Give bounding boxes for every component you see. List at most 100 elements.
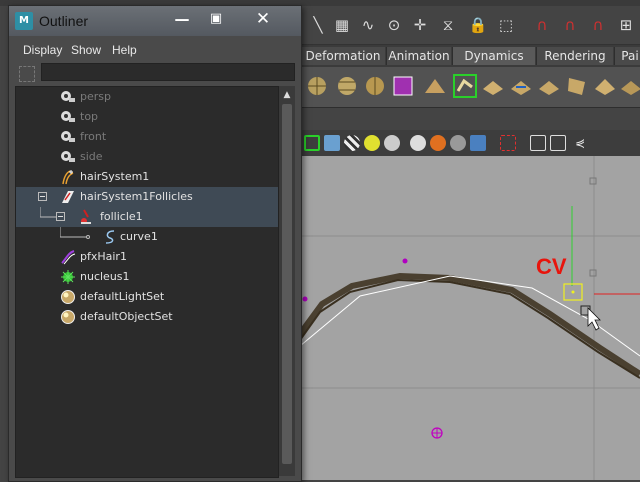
panel-menu-strip xyxy=(300,108,640,130)
rigid-body-icon[interactable] xyxy=(390,73,416,99)
panel-toolbar: ⋞ xyxy=(300,130,640,157)
line-tool-icon[interactable]: ╲ xyxy=(308,15,328,35)
frame-selected-icon[interactable] xyxy=(550,135,566,151)
share-icon[interactable]: ⋞ xyxy=(572,135,588,151)
collapse-toggle[interactable] xyxy=(56,212,65,221)
list-item[interactable]: defaultLightSet xyxy=(16,287,278,307)
wireframe-cube-icon[interactable] xyxy=(324,135,340,151)
history-icon[interactable]: ⊞ xyxy=(616,15,636,35)
shadows-icon[interactable] xyxy=(384,135,400,151)
list-item-label: defaultLightSet xyxy=(80,290,165,303)
hair-start-icon[interactable] xyxy=(536,73,562,99)
camera-icon xyxy=(61,111,75,122)
shelf-tab-paint[interactable]: Pai xyxy=(614,47,640,65)
camera-icon xyxy=(61,91,75,102)
list-item[interactable]: front xyxy=(16,127,278,147)
textured-icon[interactable] xyxy=(344,135,360,151)
hair-create-icon[interactable] xyxy=(452,73,478,99)
magnet-icon[interactable]: ∩ xyxy=(532,15,552,35)
cv-annotation-label: CV xyxy=(536,254,567,279)
snap-view-icon[interactable]: ✛ xyxy=(410,15,430,35)
shelf-tab-rendering[interactable]: Rendering xyxy=(536,47,613,65)
emitter-icon[interactable] xyxy=(334,73,360,99)
list-item[interactable]: top xyxy=(16,107,278,127)
fluid-icon[interactable] xyxy=(618,73,640,99)
select-tool-icon[interactable]: ⬚ xyxy=(496,15,516,35)
lock-icon[interactable]: 🔒 xyxy=(468,15,488,35)
maya-app-icon: M xyxy=(15,12,33,30)
list-item[interactable]: side xyxy=(16,147,278,167)
outliner-window: M Outliner — ▣ ✕ Display Show Help persp… xyxy=(8,5,302,482)
minimize-button[interactable]: — xyxy=(171,10,193,28)
scroll-thumb[interactable] xyxy=(282,104,292,464)
list-item[interactable]: curve1 xyxy=(16,227,278,247)
hair-curve-icon[interactable] xyxy=(508,73,534,99)
shelf-icon-row xyxy=(300,67,640,108)
snap-point-icon[interactable]: ⊙ xyxy=(384,15,404,35)
shelf-tab-animation[interactable]: Animation xyxy=(386,47,451,65)
list-item[interactable]: follicle1 xyxy=(16,207,278,227)
set-icon xyxy=(61,290,75,304)
list-item-label: follicle1 xyxy=(100,210,143,223)
xray-icon[interactable] xyxy=(430,135,446,151)
menu-help[interactable]: Help xyxy=(112,43,137,57)
pfx-hair-icon xyxy=(61,250,76,265)
list-item-label: curve1 xyxy=(120,230,158,243)
soft-body-icon[interactable] xyxy=(422,73,448,99)
list-item[interactable]: hairSystem1Follicles xyxy=(16,187,278,207)
frame-all-icon[interactable] xyxy=(530,135,546,151)
xray-joints-icon[interactable] xyxy=(450,135,466,151)
filter-input[interactable] xyxy=(41,63,295,81)
outliner-tree: persp top front side hairSystem1 hairSys… xyxy=(15,86,279,478)
lights-icon[interactable] xyxy=(364,135,380,151)
camera-icon xyxy=(61,151,75,162)
hud-icon[interactable] xyxy=(470,135,486,151)
outliner-titlebar[interactable]: M Outliner — ▣ ✕ xyxy=(9,6,301,36)
shelf-tab-bar: Deformation Animation Dynamics Rendering… xyxy=(300,45,640,67)
camera-icon xyxy=(61,131,75,142)
follicle-icon xyxy=(81,209,91,224)
shelf-tab-dynamics[interactable]: Dynamics xyxy=(452,47,535,65)
vertical-scrollbar[interactable]: ▲ xyxy=(279,86,295,476)
close-button[interactable]: ✕ xyxy=(252,10,274,28)
curve-icon xyxy=(105,230,115,244)
window-title: Outliner xyxy=(39,13,89,29)
hair-dynamic-icon[interactable] xyxy=(480,73,506,99)
menu-show[interactable]: Show xyxy=(71,43,101,57)
collapse-toggle[interactable] xyxy=(38,192,47,201)
list-item[interactable]: nucleus1 xyxy=(16,267,278,287)
nucleus-icon xyxy=(61,270,75,284)
list-item[interactable]: defaultObjectSet xyxy=(16,307,278,327)
snap-grid-icon[interactable]: ▦ xyxy=(332,15,352,35)
particle-icon[interactable] xyxy=(304,73,330,99)
list-item-label: front xyxy=(80,130,107,143)
list-item-label: pfxHair1 xyxy=(80,250,127,263)
list-item-label: defaultObjectSet xyxy=(80,310,173,323)
list-item-label: top xyxy=(80,110,99,123)
shelf-tab-deformation[interactable]: Deformation xyxy=(300,47,385,65)
field-icon[interactable] xyxy=(362,73,388,99)
magnet-surface-icon[interactable]: ∩ xyxy=(588,15,608,35)
menu-display[interactable]: Display xyxy=(23,43,62,57)
list-item[interactable]: hairSystem1 xyxy=(16,167,278,187)
isolate-icon[interactable] xyxy=(410,135,426,151)
cache-icon[interactable] xyxy=(592,73,618,99)
select-camera-icon[interactable] xyxy=(304,135,320,151)
list-item[interactable]: pfxHair1 xyxy=(16,247,278,267)
snap-curve-icon[interactable]: ∿ xyxy=(358,15,378,35)
maximize-button[interactable]: ▣ xyxy=(205,10,227,28)
constraint-icon[interactable] xyxy=(564,73,590,99)
scroll-up-arrow-icon[interactable]: ▲ xyxy=(279,88,295,102)
transform-group-icon xyxy=(62,191,74,203)
status-line-toolbar: ╲ ▦ ∿ ⊙ ✛ ⧖ 🔒 ⬚ ∩ ∩ ∩ ⊞ xyxy=(300,6,640,45)
outliner-menubar: Display Show Help xyxy=(9,39,301,61)
viewport-3d[interactable]: CV xyxy=(300,156,640,480)
list-item[interactable]: persp xyxy=(16,87,278,107)
magnet-curve-icon[interactable]: ∩ xyxy=(560,15,580,35)
make-live-icon[interactable]: ⧖ xyxy=(438,15,458,35)
list-item-label: hairSystem1 xyxy=(80,170,150,183)
filter-grip-icon[interactable] xyxy=(19,66,35,82)
select-region-icon[interactable] xyxy=(500,135,516,151)
list-item-label: side xyxy=(80,150,103,163)
set-icon xyxy=(61,310,75,324)
